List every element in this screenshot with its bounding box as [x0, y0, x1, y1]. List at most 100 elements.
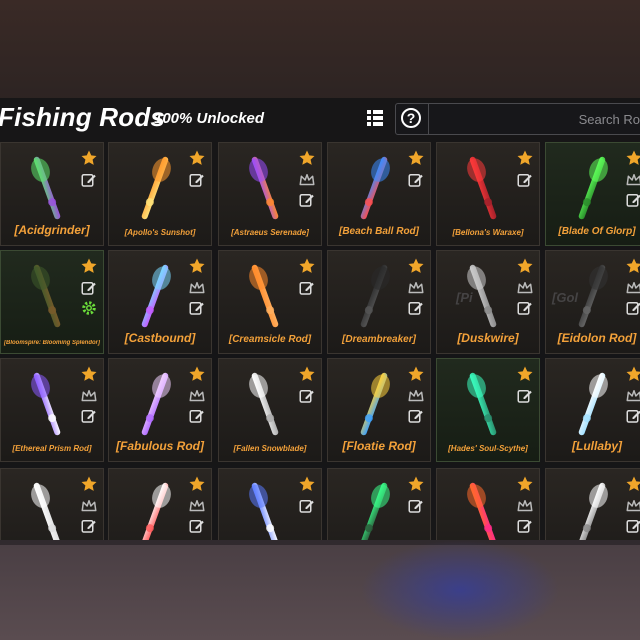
crown-icon[interactable]: [188, 497, 206, 515]
crown-icon[interactable]: [407, 387, 425, 405]
edit-icon[interactable]: [298, 387, 316, 405]
edit-icon[interactable]: [80, 171, 98, 189]
rod-card[interactable]: [Fallen Snowblade]: [218, 358, 322, 462]
favorite-star-icon[interactable]: [80, 475, 98, 493]
favorite-star-icon[interactable]: [298, 149, 316, 167]
rod-card[interactable]: [Duskwire]: [436, 250, 540, 354]
edit-icon[interactable]: [80, 407, 98, 425]
edit-icon[interactable]: [625, 407, 640, 425]
favorite-star-icon[interactable]: [625, 365, 640, 383]
favorite-star-icon[interactable]: [188, 257, 206, 275]
help-icon[interactable]: ?: [401, 108, 421, 128]
edit-icon[interactable]: [625, 299, 640, 317]
search-input[interactable]: [430, 104, 640, 134]
edit-icon[interactable]: [407, 171, 425, 189]
rod-card[interactable]: [Beach Ball Rod]: [327, 142, 431, 246]
edit-icon[interactable]: [407, 497, 425, 515]
rod-image: [15, 477, 79, 540]
favorite-star-icon[interactable]: [298, 257, 316, 275]
favorite-star-icon[interactable]: [80, 365, 98, 383]
rod-card[interactable]: [Lullaby]: [545, 358, 640, 462]
favorite-star-icon[interactable]: [188, 475, 206, 493]
favorite-star-icon[interactable]: [80, 257, 98, 275]
rod-card[interactable]: [Apollo's Sunshot]: [108, 142, 212, 246]
edit-icon[interactable]: [188, 171, 206, 189]
rod-card[interactable]: [Acidgrinder]: [0, 142, 104, 246]
crown-icon[interactable]: [298, 171, 316, 189]
rod-name: [Ethereal Prism Rod]: [12, 444, 92, 453]
search-divider: [428, 104, 429, 134]
rod-card[interactable]: [Fabulous Rod]: [108, 358, 212, 462]
edit-icon[interactable]: [516, 171, 534, 189]
rod-card[interactable]: [Blade Of Glorp]: [545, 142, 640, 246]
edit-icon[interactable]: [188, 407, 206, 425]
rod-card[interactable]: [Ethereal Prism Rod]: [0, 358, 104, 462]
crown-icon[interactable]: [188, 387, 206, 405]
crown-icon[interactable]: [516, 497, 534, 515]
favorite-star-icon[interactable]: [625, 257, 640, 275]
grid-list-icon: [367, 110, 383, 126]
crown-icon[interactable]: [625, 279, 640, 297]
rod-card[interactable]: [Astraeus Serenade]: [218, 142, 322, 246]
crown-icon[interactable]: [188, 279, 206, 297]
edit-icon[interactable]: [298, 279, 316, 297]
rod-name: [Beach Ball Rod]: [338, 226, 419, 237]
favorite-star-icon[interactable]: [516, 475, 534, 493]
rod-card[interactable]: [218, 468, 322, 540]
edit-icon[interactable]: [298, 497, 316, 515]
crown-icon[interactable]: [625, 497, 640, 515]
favorite-star-icon[interactable]: [80, 149, 98, 167]
edit-icon[interactable]: [625, 517, 640, 535]
favorite-star-icon[interactable]: [188, 365, 206, 383]
edit-icon[interactable]: [80, 279, 98, 297]
edit-icon[interactable]: [625, 191, 640, 209]
favorite-star-icon[interactable]: [516, 149, 534, 167]
rod-card[interactable]: [436, 468, 540, 540]
favorite-star-icon[interactable]: [516, 365, 534, 383]
rod-name: [Apollo's Sunshot]: [124, 228, 196, 237]
edit-icon[interactable]: [516, 299, 534, 317]
crown-icon[interactable]: [80, 387, 98, 405]
edit-icon[interactable]: [407, 299, 425, 317]
grid-view-button[interactable]: [362, 106, 388, 130]
edit-icon[interactable]: [516, 517, 534, 535]
favorite-star-icon[interactable]: [516, 257, 534, 275]
rod-name: [Duskwire]: [457, 331, 519, 345]
rod-card[interactable]: [Hades' Soul-Scythe]: [436, 358, 540, 462]
rod-card[interactable]: [Creamsicle Rod]: [218, 250, 322, 354]
edit-icon[interactable]: [516, 387, 534, 405]
rod-name: [Bellona's Waraxe]: [452, 228, 524, 237]
edit-icon[interactable]: [188, 299, 206, 317]
rod-card[interactable]: [Bellona's Waraxe]: [436, 142, 540, 246]
favorite-star-icon[interactable]: [188, 149, 206, 167]
crown-icon[interactable]: [407, 279, 425, 297]
rod-card[interactable]: [Castbound]: [108, 250, 212, 354]
edit-icon[interactable]: [298, 191, 316, 209]
crown-icon[interactable]: [625, 387, 640, 405]
crown-icon[interactable]: [625, 171, 640, 189]
rod-card[interactable]: [327, 468, 431, 540]
rod-card[interactable]: [Floatie Rod]: [327, 358, 431, 462]
rod-card[interactable]: [0, 468, 104, 540]
crown-icon[interactable]: [80, 497, 98, 515]
favorite-star-icon[interactable]: [407, 257, 425, 275]
favorite-star-icon[interactable]: [407, 149, 425, 167]
rod-card[interactable]: [108, 468, 212, 540]
favorite-star-icon[interactable]: [298, 365, 316, 383]
rod-image: [15, 259, 79, 333]
favorite-star-icon[interactable]: [625, 149, 640, 167]
edit-icon[interactable]: [188, 517, 206, 535]
edit-icon[interactable]: [407, 407, 425, 425]
rod-card[interactable]: [545, 468, 640, 540]
rod-name: [Bloomspire: Blooming Splendor]: [4, 340, 100, 346]
rod-card[interactable]: [Dreambreaker]: [327, 250, 431, 354]
edit-icon[interactable]: [80, 517, 98, 535]
favorite-star-icon[interactable]: [407, 365, 425, 383]
favorite-star-icon[interactable]: [407, 475, 425, 493]
crown-icon[interactable]: [516, 279, 534, 297]
favorite-star-icon[interactable]: [298, 475, 316, 493]
rod-card[interactable]: [Bloomspire: Blooming Splendor]: [0, 250, 104, 354]
favorite-star-icon[interactable]: [625, 475, 640, 493]
search-box: ?: [395, 103, 640, 135]
gear-icon[interactable]: [80, 299, 98, 317]
